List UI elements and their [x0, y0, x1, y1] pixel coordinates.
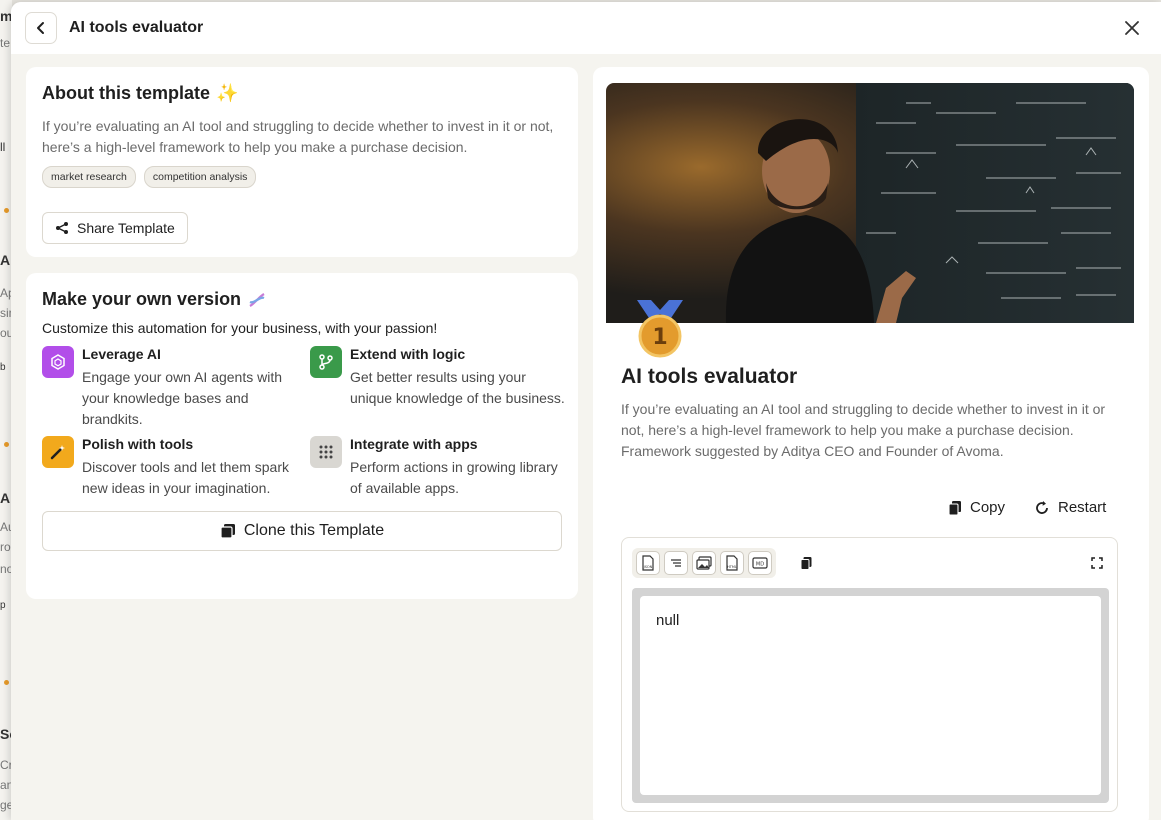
about-card: About this template ✨ If you’re evaluati… — [26, 67, 578, 257]
magic-wand-icon — [42, 436, 74, 468]
share-template-button[interactable]: Share Template — [42, 212, 188, 244]
make-own-subtitle: Customize this automation for your busin… — [42, 320, 438, 336]
apps-grid-icon — [310, 436, 342, 468]
chevron-left-icon — [37, 22, 44, 34]
feature-title: Integrate with apps — [350, 436, 478, 452]
feature-title: Extend with logic — [350, 346, 466, 362]
image-icon — [696, 556, 712, 570]
rank-medal: 1 — [633, 300, 687, 360]
json-file-icon: JSON — [642, 555, 654, 571]
tag-competition-analysis[interactable]: competition analysis — [143, 166, 257, 188]
html-file-icon: HTML — [726, 555, 738, 571]
feature-text: Discover tools and let them spark new id… — [82, 459, 289, 496]
output-editor: JSON HTML MD null — [621, 537, 1118, 812]
template-modal: AI tools evaluator About this template ✨… — [11, 2, 1161, 820]
about-heading: About this template ✨ — [42, 83, 562, 104]
modal-title: AI tools evaluator — [69, 19, 204, 36]
feature-polish-tools: Polish with tools Discover tools and let… — [42, 436, 310, 499]
preview-description: If you’re evaluating an AI tool and stru… — [621, 401, 1106, 459]
copy-button[interactable]: Copy — [948, 499, 1005, 516]
make-own-heading-text: Make your own version — [42, 289, 242, 309]
bg-text: ro — [0, 540, 11, 554]
bg-text: te — [0, 36, 11, 50]
bg-text: b — [0, 362, 6, 373]
back-button[interactable] — [25, 12, 57, 44]
export-markdown-button[interactable]: MD — [748, 551, 772, 575]
copy-icon — [800, 557, 812, 570]
clone-template-label: Clone this Template — [243, 522, 385, 539]
tag-market-research[interactable]: market research — [42, 166, 136, 188]
sparkles-icon: ✨ — [216, 83, 239, 103]
clone-template-button[interactable]: Clone this Template — [42, 511, 562, 551]
export-html-button[interactable]: HTML — [720, 551, 744, 575]
export-json-button[interactable]: JSON — [636, 551, 660, 575]
text-lines-icon — [671, 559, 681, 567]
make-own-card: Make your own version Customize this aut… — [26, 273, 578, 599]
fullscreen-button[interactable] — [1091, 556, 1103, 574]
copy-label: Copy — [970, 499, 1006, 516]
restart-button[interactable]: Restart — [1034, 499, 1106, 516]
format-toolbar: JSON HTML MD — [632, 548, 776, 578]
about-description: If you’re evaluating an AI tool and stru… — [42, 118, 554, 155]
bg-text: ll — [0, 140, 6, 154]
share-template-label: Share Template — [77, 220, 175, 236]
about-heading-text: About this template — [42, 83, 211, 103]
markdown-icon: MD — [752, 557, 768, 569]
feature-text: Perform actions in growing library of av… — [350, 459, 558, 496]
copy-icon — [220, 524, 235, 539]
dna-icon — [249, 292, 265, 307]
feature-text: Engage your own AI agents with your know… — [82, 369, 283, 427]
copy-icon — [948, 500, 961, 516]
feature-text: Get better results using your unique kno… — [350, 369, 565, 406]
restart-label: Restart — [1058, 499, 1107, 516]
copy-output-button[interactable] — [800, 556, 812, 575]
md-label: MD — [756, 562, 764, 568]
json-label: JSON — [643, 565, 653, 569]
feature-integrate-apps: Integrate with apps Perform actions in g… — [310, 436, 578, 499]
output-content[interactable]: null — [640, 596, 1101, 795]
feature-title: Polish with tools — [82, 436, 194, 452]
feature-extend-logic: Extend with logic Get better results usi… — [310, 346, 578, 430]
restart-icon — [1036, 500, 1048, 514]
cube-ai-icon — [42, 346, 74, 378]
bg-text: p — [0, 600, 6, 611]
feature-grid: Leverage AI Engage your own AI agents wi… — [42, 346, 565, 499]
export-text-button[interactable] — [664, 551, 688, 575]
feature-leverage-ai: Leverage AI Engage your own AI agents wi… — [42, 346, 310, 430]
close-icon — [1125, 21, 1139, 35]
export-image-button[interactable] — [692, 551, 716, 575]
expand-icon — [1091, 557, 1103, 569]
preview-title: AI tools evaluator — [621, 365, 798, 388]
preview-panel: 1 AI tools evaluator If you’re evaluatin… — [593, 67, 1149, 820]
rank-number: 1 — [652, 325, 667, 350]
feature-title: Leverage AI — [82, 346, 161, 362]
modal-header: AI tools evaluator — [11, 2, 1161, 54]
html-label: HTML — [727, 565, 737, 569]
tag-list: market research competition analysis — [42, 166, 562, 188]
hero-image — [606, 83, 1134, 323]
output-frame: null — [632, 588, 1109, 803]
branch-icon — [310, 346, 342, 378]
close-button[interactable] — [1121, 17, 1143, 39]
make-own-heading: Make your own version — [42, 289, 562, 310]
share-icon — [56, 222, 68, 234]
